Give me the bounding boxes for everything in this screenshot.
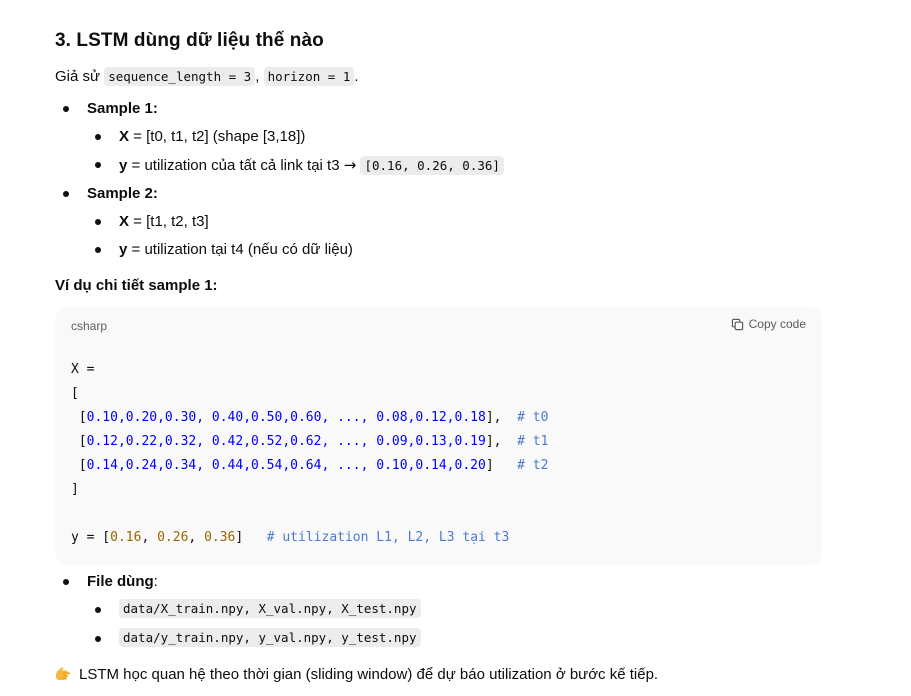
code-bracket: ], [485,434,502,449]
code-comment: # t1 [517,434,549,449]
arrow-right-icon: → [343,156,357,174]
code-values: 0.14,0.24,0.34, 0.44,0.54,0.64, ..., 0.1… [86,458,486,473]
sample-1-label: Sample 1: [87,100,158,117]
copy-code-label: Copy code [748,317,806,331]
code-y-value: 0.36 [204,530,236,545]
bullet-icon [95,247,101,253]
sample-2-y: y = utilization tại t4 (nếu có dữ liệu) [119,239,353,261]
bullet-icon [95,134,101,140]
sample-2-x: X = [t1, t2, t3] [119,211,209,233]
code-bracket: ] [485,458,494,473]
code-bracket: [ [71,458,87,473]
intro-separator: , [255,68,264,85]
inline-code-horizon: horizon = 1 [263,67,355,86]
inline-code-y-files: data/y_train.npy, y_val.npy, y_test.npy [119,628,421,647]
files-colon: : [153,573,158,590]
sample-2-label: Sample 2: [87,185,158,202]
section-heading: 3. LSTM dùng dữ liệu thế nào [55,30,324,51]
code-y-value: 0.16 [110,530,142,545]
copy-icon [731,318,744,331]
sample-1-x: X = [t0, t1, t2] (shape [3,18]) [119,126,305,148]
code-comment: # t0 [517,410,549,425]
sample-1-y: y = utilization của tất cả link tại t3 →… [119,154,504,177]
inline-code-y-values: [0.16, 0.26, 0.36] [360,156,504,175]
intro-suffix: . [354,68,359,85]
code-line-row-t0: [0.10,0.20,0.30, 0.40,0.50,0.60, ..., 0.… [71,409,549,427]
summary-text: LSTM học quan hệ theo thời gian (sliding… [79,666,659,683]
code-language-label: csharp [71,319,108,333]
code-bracket: ] [235,530,244,545]
file-item: data/y_train.npy, y_val.npy, y_test.npy [119,627,421,649]
inline-code-sequence-length: sequence_length = 3 [104,67,256,86]
bullet-icon [95,636,101,642]
inline-code-x-files: data/X_train.npy, X_val.npy, X_test.npy [119,599,421,618]
sample-2-x-text: = [t1, t2, t3] [129,213,209,230]
bullet-icon [95,162,101,168]
code-comment: # utilization L1, L2, L3 tại t3 [266,530,510,545]
bullet-icon [95,219,101,225]
bullet-icon [63,106,69,112]
intro-paragraph: Giả sử sequence_length = 3, horizon = 1. [55,66,359,88]
sample-2-x-key: X [119,213,130,230]
code-line-x: X = [71,362,95,377]
code-line-y: y = [0.16, 0.26, 0.36] # utilization L1,… [71,530,510,545]
sample-1-y-text: = utilization của tất cả link tại t3 [127,157,344,174]
bullet-icon [63,579,69,585]
files-label: File dùng: [87,571,158,593]
code-line-open: [ [71,386,79,401]
detail-label: Ví dụ chi tiết sample 1: [55,277,218,294]
intro-prefix: Giả sử [55,68,105,85]
sample-2-y-text: = utilization tại t4 (nếu có dữ liệu) [127,241,353,258]
code-comment: # t2 [517,458,549,473]
sample-1-x-text: = [t0, t1, t2] (shape [3,18]) [129,128,306,145]
code-y-value: 0.26 [157,530,189,545]
code-values: 0.10,0.20,0.30, 0.40,0.50,0.60, ..., 0.0… [86,410,486,425]
code-line-close: ] [71,482,79,497]
summary-paragraph: LSTM học quan hệ theo thời gian (sliding… [55,664,658,686]
sample-1-x-key: X [119,128,130,145]
code-block: csharp Copy code X = [ [0.10,0.20,0.30, … [55,307,822,565]
files-label-text: File dùng [87,573,154,590]
file-item: data/X_train.npy, X_val.npy, X_test.npy [119,598,421,620]
code-bracket: [ [71,434,87,449]
code-line-row-t1: [0.12,0.22,0.32, 0.42,0.52,0.62, ..., 0.… [71,433,549,451]
code-bracket: [ [71,410,87,425]
code-line-row-t2: [0.14,0.24,0.34, 0.44,0.54,0.64, ..., 0.… [71,457,549,475]
code-bracket: ], [485,410,502,425]
code-y-prefix: y = [ [71,530,111,545]
code-values: 0.12,0.22,0.32, 0.42,0.52,0.62, ..., 0.0… [86,434,486,449]
copy-code-button[interactable]: Copy code [731,317,806,331]
pointing-hand-icon [55,666,73,682]
bullet-icon [63,191,69,197]
bullet-icon [95,607,101,613]
